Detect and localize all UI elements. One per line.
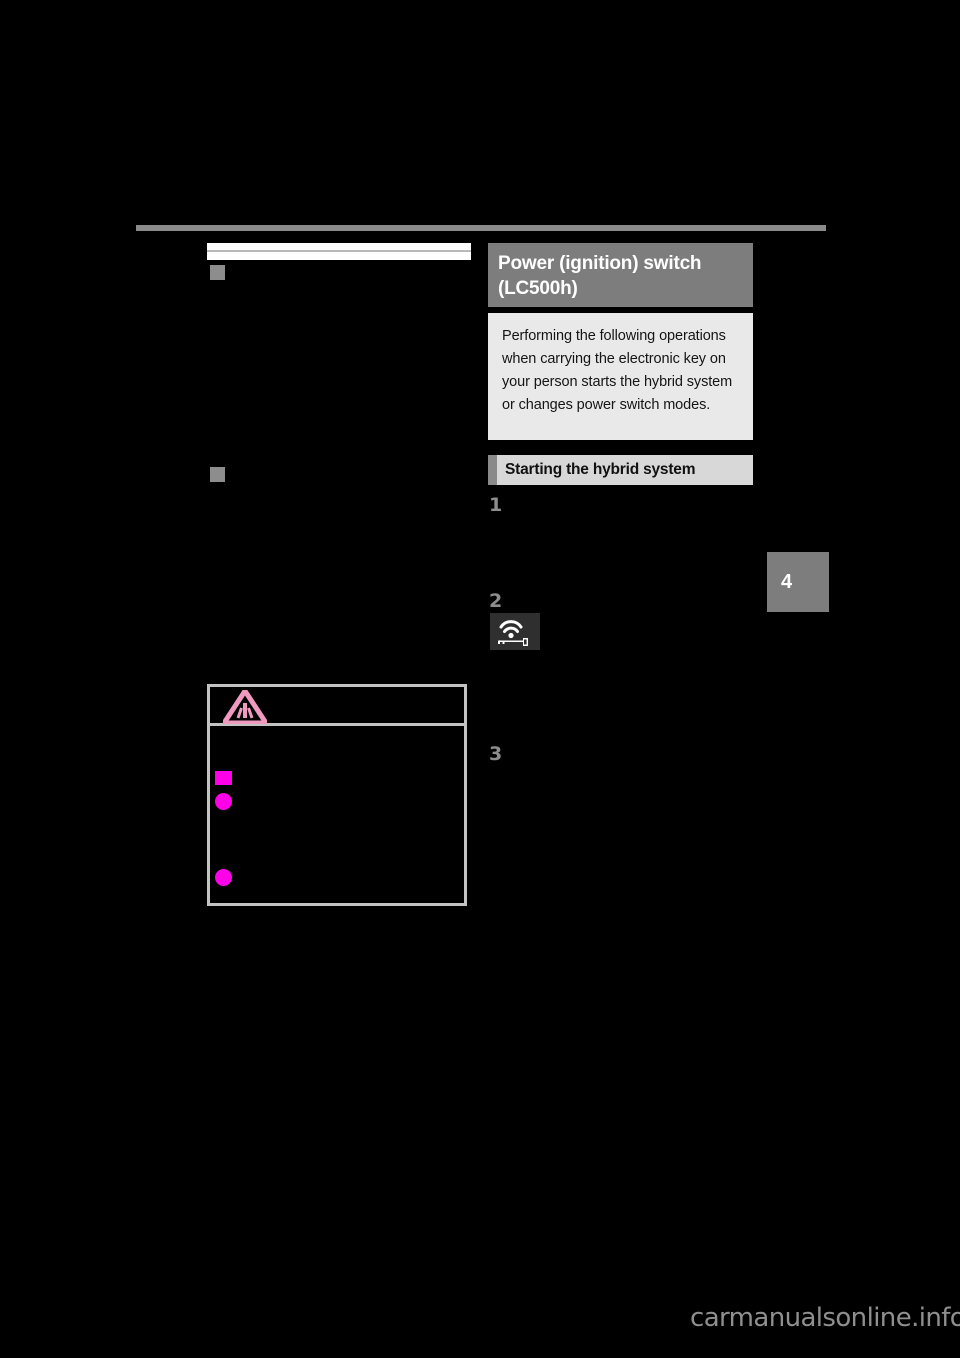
step-number-2: 2 — [489, 590, 503, 612]
subsection-header: Starting the hybrid system — [488, 455, 753, 485]
warning-box-header — [210, 687, 464, 726]
warning-subhead-square-bullet — [215, 771, 232, 785]
smart-key-signal-icon — [490, 613, 540, 650]
band-divider-line — [207, 250, 471, 252]
section-title-line-2: (LC500h) — [498, 278, 578, 299]
heading-square-bullet-1 — [210, 265, 225, 280]
chapter-tab: 4 — [767, 552, 829, 612]
warning-box — [207, 684, 467, 906]
step-number-1: 1 — [489, 494, 503, 516]
highlight-band — [207, 243, 471, 260]
intro-text: Performing the following operations when… — [502, 328, 733, 413]
header-rule — [136, 225, 826, 231]
chapter-tab-number: 4 — [781, 571, 793, 593]
watermark: carmanualsonline.info — [690, 1303, 960, 1333]
intro-box: Performing the following operations when… — [488, 313, 753, 440]
subsection-header-label: Starting the hybrid system — [505, 461, 696, 478]
section-title-line-1: Power (ignition) switch — [498, 253, 702, 274]
step-number-3: 3 — [489, 743, 503, 765]
warning-item-bullet-1 — [215, 793, 232, 810]
manual-page: Power (ignition) switch (LC500h) Perform… — [0, 0, 960, 1358]
warning-item-bullet-2 — [215, 869, 232, 886]
warning-box-body — [210, 726, 464, 886]
section-title-box: Power (ignition) switch (LC500h) — [488, 243, 753, 307]
heading-square-bullet-2 — [210, 467, 225, 482]
